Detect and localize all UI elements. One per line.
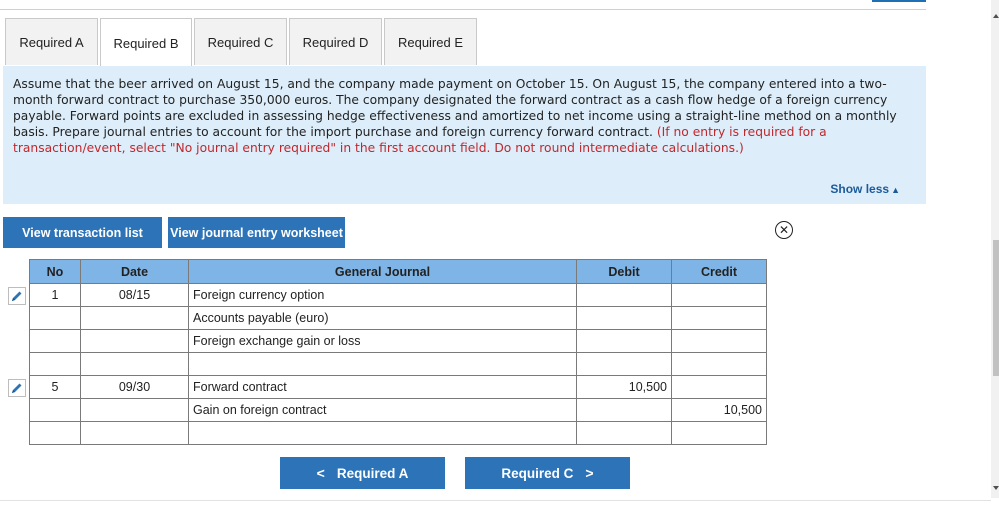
- credit-cell[interactable]: 10,500: [671, 398, 767, 422]
- debit-cell[interactable]: [576, 329, 672, 353]
- entry-no: 1: [29, 283, 81, 307]
- pencil-icon[interactable]: [8, 379, 26, 397]
- debit-cell[interactable]: [576, 398, 672, 422]
- header-debit: Debit: [576, 259, 672, 284]
- credit-cell[interactable]: [671, 375, 767, 399]
- scrollbar-thumb[interactable]: [993, 240, 999, 376]
- table-row: 5 09/30 Forward contract 10,500: [29, 375, 767, 399]
- table-header-row: No Date General Journal Debit Credit: [29, 259, 767, 284]
- credit-cell[interactable]: [671, 352, 767, 376]
- account-cell[interactable]: [188, 352, 577, 376]
- tab-required-b[interactable]: Required B: [100, 18, 192, 67]
- bottom-divider: [0, 500, 991, 501]
- entry-date: [80, 306, 189, 330]
- tab-required-d[interactable]: Required D: [289, 18, 382, 65]
- prev-button-label: Required A: [336, 465, 409, 481]
- entry-no: [29, 352, 81, 376]
- entry-date: [80, 329, 189, 353]
- tab-required-c[interactable]: Required C: [194, 18, 287, 65]
- account-cell[interactable]: Foreign exchange gain or loss: [188, 329, 577, 353]
- chevron-left-icon: <: [316, 465, 325, 481]
- credit-cell[interactable]: [671, 283, 767, 307]
- view-transaction-list-button[interactable]: View transaction list: [3, 217, 162, 248]
- scroll-up-icon[interactable]: [993, 14, 999, 18]
- account-cell[interactable]: Gain on foreign contract: [188, 398, 577, 422]
- required-tabs: Required A Required B Required C Require…: [5, 18, 479, 67]
- entry-no: [29, 329, 81, 353]
- top-divider: [0, 9, 926, 10]
- entry-date: 08/15: [80, 283, 189, 307]
- tab-required-e[interactable]: Required E: [384, 18, 477, 65]
- credit-cell[interactable]: [671, 329, 767, 353]
- debit-cell[interactable]: [576, 421, 672, 445]
- entry-no: [29, 421, 81, 445]
- account-cell[interactable]: Foreign currency option: [188, 283, 577, 307]
- top-accent-bar: [872, 0, 926, 2]
- view-journal-worksheet-button[interactable]: View journal entry worksheet: [168, 217, 345, 248]
- table-row: 1 08/15 Foreign currency option: [29, 283, 767, 307]
- header-date: Date: [80, 259, 189, 284]
- table-row: Gain on foreign contract 10,500: [29, 398, 767, 422]
- show-less-link[interactable]: Show less ▲: [830, 181, 900, 198]
- table-row: Foreign exchange gain or loss: [29, 329, 767, 353]
- triangle-up-icon: ▲: [891, 185, 900, 195]
- debit-cell[interactable]: [576, 283, 672, 307]
- next-required-c-button[interactable]: Required C >: [465, 457, 630, 489]
- entry-no: [29, 398, 81, 422]
- pencil-icon[interactable]: [8, 287, 26, 305]
- debit-cell[interactable]: 10,500: [576, 375, 672, 399]
- chevron-right-icon: >: [585, 465, 594, 481]
- entry-no: [29, 306, 81, 330]
- entry-date: [80, 352, 189, 376]
- debit-cell[interactable]: [576, 352, 672, 376]
- scroll-down-icon[interactable]: [993, 486, 999, 490]
- header-credit: Credit: [671, 259, 767, 284]
- entry-date: [80, 421, 189, 445]
- show-less-label: Show less: [830, 182, 890, 196]
- tab-required-a[interactable]: Required A: [5, 18, 98, 65]
- account-cell[interactable]: [188, 421, 577, 445]
- entry-date: 09/30: [80, 375, 189, 399]
- entry-no: 5: [29, 375, 81, 399]
- table-row: Accounts payable (euro): [29, 306, 767, 330]
- close-circle-icon[interactable]: ✕: [775, 221, 793, 239]
- table-row: [29, 352, 767, 376]
- account-cell[interactable]: Forward contract: [188, 375, 577, 399]
- debit-cell[interactable]: [576, 306, 672, 330]
- instructions-panel: Assume that the beer arrived on August 1…: [3, 66, 926, 204]
- table-row: [29, 421, 767, 445]
- general-journal-table: No Date General Journal Debit Credit 1 0…: [29, 259, 767, 445]
- credit-cell[interactable]: [671, 421, 767, 445]
- account-cell[interactable]: Accounts payable (euro): [188, 306, 577, 330]
- header-general-journal: General Journal: [188, 259, 577, 284]
- header-no: No: [29, 259, 81, 284]
- next-button-label: Required C: [501, 465, 574, 481]
- credit-cell[interactable]: [671, 306, 767, 330]
- entry-date: [80, 398, 189, 422]
- prev-required-a-button[interactable]: < Required A: [280, 457, 445, 489]
